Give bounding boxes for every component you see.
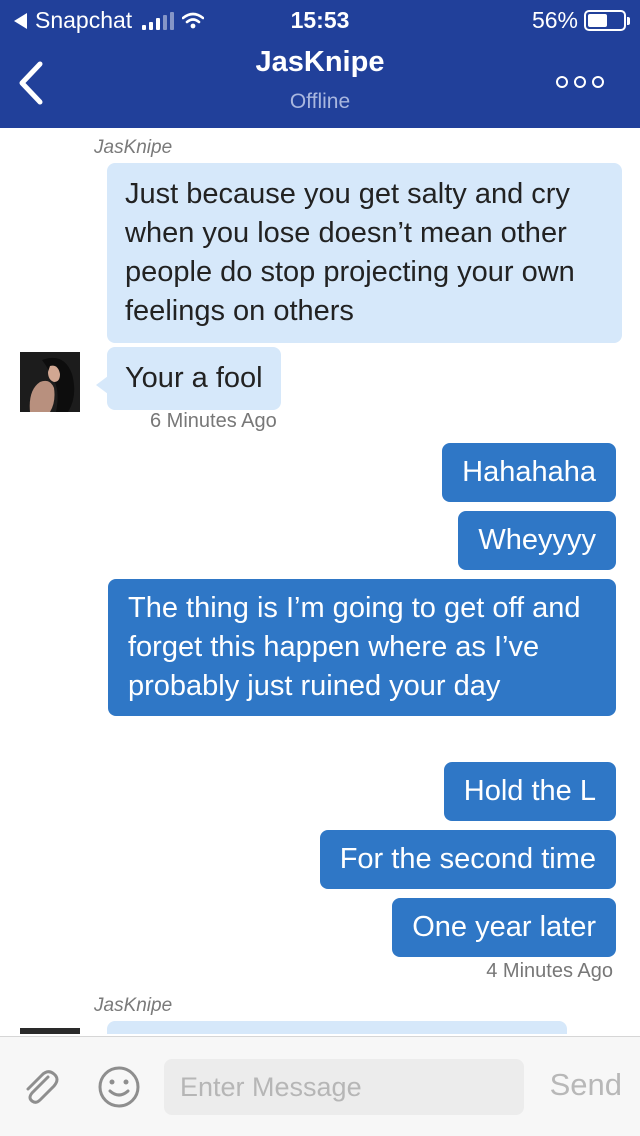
message-sender: JasKnipe <box>94 995 173 1016</box>
outgoing-message: Wheyyyy <box>458 511 616 570</box>
outgoing-message: Hahahaha <box>442 443 616 502</box>
send-button[interactable]: Send <box>550 1067 622 1103</box>
avatar <box>20 352 80 412</box>
attachment-icon[interactable] <box>18 1065 62 1109</box>
incoming-message <box>107 1021 567 1034</box>
message-timestamp: 4 Minutes Ago <box>486 960 613 982</box>
message-input[interactable] <box>164 1059 524 1115</box>
incoming-message: Just because you get salty and cry when … <box>107 163 622 343</box>
outgoing-message: Hold the L <box>443 762 616 821</box>
incoming-message: Your a fool <box>107 347 281 410</box>
message-list[interactable]: JasKnipe Just because you get salty and … <box>0 128 640 1034</box>
outgoing-message: For the second time <box>319 830 616 889</box>
outgoing-message: The thing is I’m going to get off and fo… <box>108 579 616 716</box>
more-options-icon[interactable] <box>556 76 604 88</box>
chat-header: Snapchat 15:53 56% JasKnipe Offline <box>0 0 640 128</box>
message-timestamp: 6 Minutes Ago <box>150 410 277 432</box>
status-right: 56% <box>531 7 630 34</box>
message-sender: JasKnipe <box>94 137 173 158</box>
emoji-icon[interactable] <box>97 1065 141 1109</box>
avatar <box>20 1028 80 1034</box>
battery-percent: 56% <box>531 7 578 33</box>
status-bar: Snapchat 15:53 56% <box>0 0 640 40</box>
message-input-bar: Send <box>0 1036 640 1136</box>
outgoing-message: One year later <box>392 898 616 957</box>
battery-icon <box>584 10 630 31</box>
battery-fill <box>588 14 608 27</box>
contact-name: JasKnipe <box>255 46 385 78</box>
contact-status: Offline <box>289 90 351 113</box>
